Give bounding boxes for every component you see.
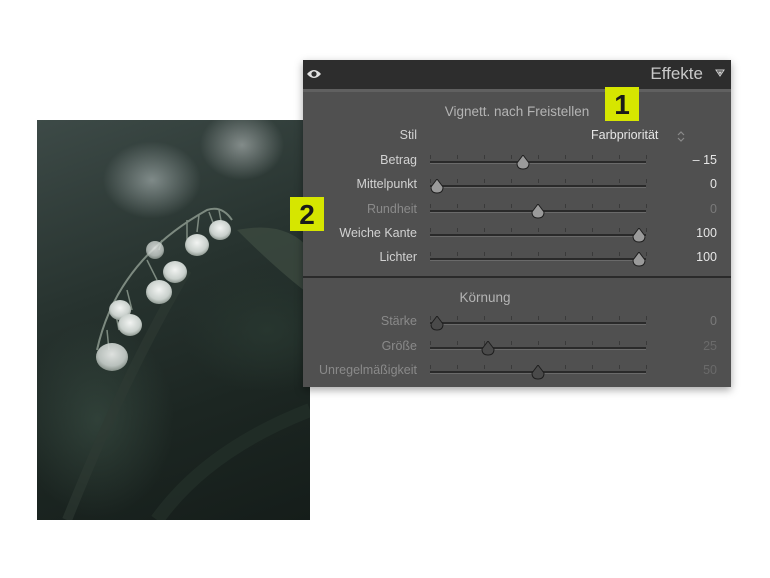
- slider-label: Betrag: [380, 153, 417, 167]
- style-dropdown[interactable]: Farbpriorität: [591, 128, 658, 142]
- slider-row-starke[interactable]: Stärke 0: [303, 312, 731, 332]
- section-divider: [303, 276, 731, 278]
- slider-value[interactable]: 100: [696, 226, 717, 240]
- slider-row-rundheit[interactable]: Rundheit 0: [303, 200, 731, 220]
- slider-label: Mittelpunkt: [356, 177, 417, 191]
- slider-label: Rundheit: [366, 202, 417, 216]
- slider-value[interactable]: 100: [696, 250, 717, 264]
- flower-photo: [37, 120, 310, 520]
- style-row[interactable]: Stil Farbpriorität: [303, 126, 731, 146]
- grain-section-title[interactable]: Körnung: [271, 290, 699, 305]
- slider-value[interactable]: 0: [710, 202, 717, 216]
- slider-track[interactable]: [430, 258, 646, 261]
- slider-track[interactable]: [430, 161, 646, 164]
- slider-ticks: [430, 155, 647, 160]
- slider-row-lichter[interactable]: Lichter 100: [303, 248, 731, 268]
- slider-label: Größe: [381, 339, 417, 353]
- slider-row-mittelpunkt[interactable]: Mittelpunkt 0: [303, 175, 731, 195]
- slider-row-weiche-kante[interactable]: Weiche Kante 100: [303, 224, 731, 244]
- slider-ticks: [430, 179, 647, 184]
- style-label: Stil: [399, 128, 417, 142]
- slider-label: Weiche Kante: [339, 226, 417, 240]
- slider-track[interactable]: [430, 322, 646, 325]
- slider-value[interactable]: – 15: [693, 153, 717, 167]
- slider-label: Lichter: [379, 250, 417, 264]
- updown-chevron-icon[interactable]: [677, 131, 685, 142]
- slider-ticks: [430, 252, 647, 257]
- slider-track[interactable]: [430, 347, 646, 350]
- header-border: [303, 89, 731, 92]
- slider-value[interactable]: 0: [710, 314, 717, 328]
- slider-value[interactable]: 25: [703, 339, 717, 353]
- effects-panel: Effekte Vignett. nach Freistellen Stil F…: [303, 60, 731, 387]
- slider-ticks: [430, 316, 647, 321]
- slider-ticks: [430, 228, 647, 233]
- callout-badge-2: 2: [290, 197, 324, 231]
- slider-track[interactable]: [430, 185, 646, 188]
- vignette-section-title[interactable]: Vignett. nach Freistellen: [303, 104, 731, 119]
- callout-badge-1: 1: [605, 87, 639, 121]
- slider-ticks: [430, 341, 647, 346]
- triangle-icon[interactable]: [715, 68, 725, 78]
- slider-track[interactable]: [430, 234, 646, 237]
- panel-header[interactable]: Effekte: [303, 60, 731, 89]
- slider-value[interactable]: 50: [703, 363, 717, 377]
- panel-title[interactable]: Effekte: [650, 64, 703, 84]
- slider-value[interactable]: 0: [710, 177, 717, 191]
- slider-label: Stärke: [380, 314, 417, 328]
- slider-row-betrag[interactable]: Betrag – 15: [303, 151, 731, 171]
- flower-illustration: [62, 207, 310, 520]
- slider-row-unregelmassigkeit[interactable]: Unregelmäßigkeit 50: [303, 361, 731, 381]
- eye-icon[interactable]: [306, 68, 322, 80]
- slider-label: Unregelmäßigkeit: [319, 363, 417, 377]
- slider-row-grosse[interactable]: Größe 25: [303, 337, 731, 357]
